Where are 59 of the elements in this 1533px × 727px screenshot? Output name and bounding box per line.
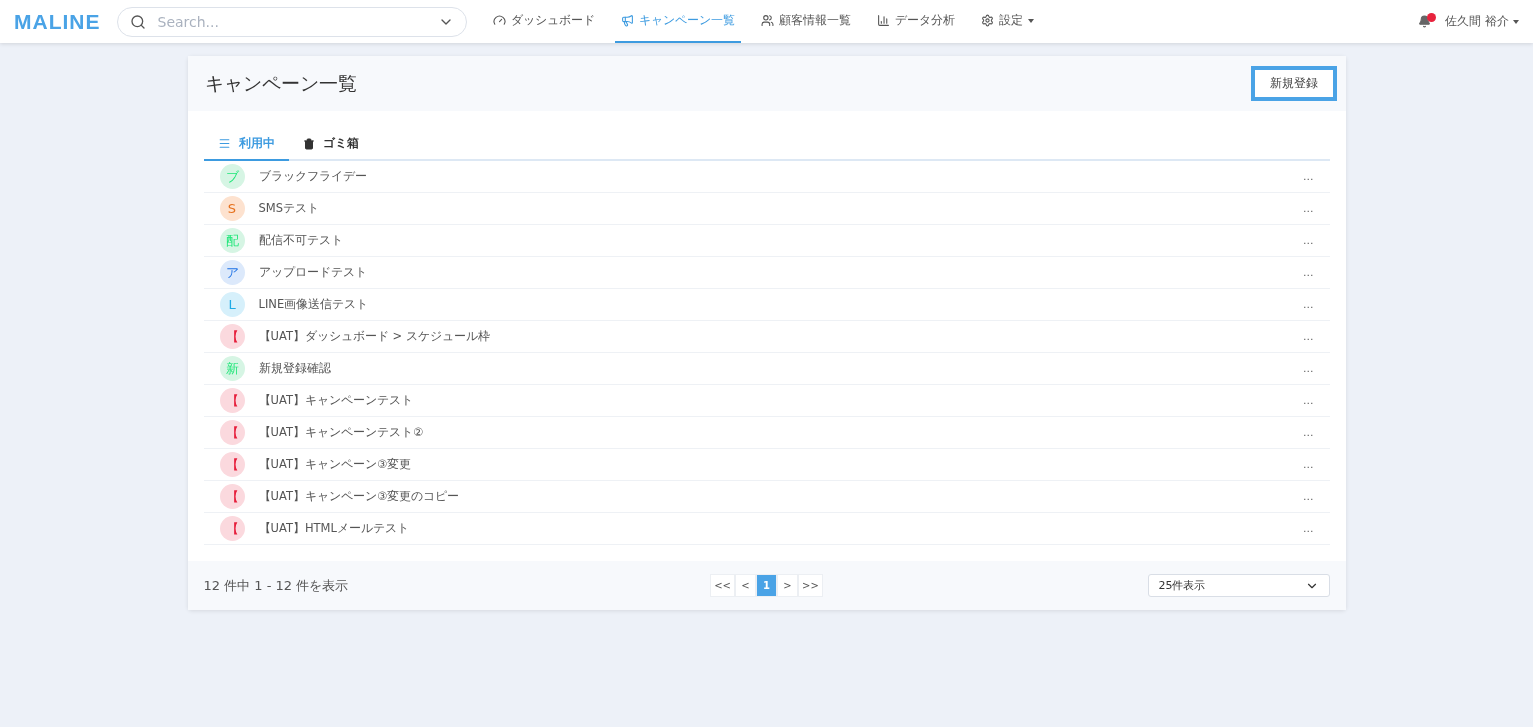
page-button[interactable]: <	[735, 574, 756, 597]
nav-tab[interactable]: データ分析	[870, 0, 961, 43]
campaign-name[interactable]: 【UAT】キャンペーンテスト	[258, 393, 1303, 408]
avatar: 【	[219, 420, 245, 445]
campaign-name[interactable]: 【UAT】ダッシュボード > スケジュール枠	[258, 329, 1303, 344]
more-menu[interactable]: ...	[1303, 266, 1330, 279]
page-button[interactable]: >	[777, 574, 798, 597]
campaign-name[interactable]: LINE画像送信テスト	[258, 297, 1303, 312]
tab[interactable]: ゴミ箱	[288, 129, 373, 161]
avatar: 新	[219, 356, 245, 381]
avatar: L	[219, 292, 245, 317]
avatar: 【	[219, 452, 245, 477]
more-menu[interactable]: ...	[1303, 170, 1330, 183]
gauge-icon	[492, 14, 506, 27]
nav-tab[interactable]: ダッシュボード	[486, 0, 601, 43]
avatar: ブ	[219, 164, 245, 189]
new-button[interactable]: 新規登録	[1250, 66, 1337, 101]
trash-icon	[302, 137, 315, 150]
page-button[interactable]: <<	[710, 574, 735, 597]
caret-icon	[1513, 19, 1519, 24]
search-icon	[129, 13, 146, 30]
more-menu[interactable]: ...	[1303, 330, 1330, 343]
campaign-name[interactable]: 配信不可テスト	[258, 233, 1303, 248]
more-menu[interactable]: ...	[1303, 362, 1330, 375]
more-menu[interactable]: ...	[1303, 458, 1330, 471]
settings-icon	[980, 14, 994, 27]
more-menu[interactable]: ...	[1303, 426, 1330, 439]
nav-tab[interactable]: 設定	[974, 0, 1040, 43]
menu-icon	[217, 137, 231, 150]
page-button[interactable]: >>	[798, 574, 823, 597]
users-icon	[760, 14, 774, 27]
more-menu[interactable]: ...	[1303, 298, 1330, 311]
campaign-name[interactable]: 【UAT】HTMLメールテスト	[258, 521, 1303, 536]
more-menu[interactable]: ...	[1303, 394, 1330, 407]
avatar: ア	[219, 260, 245, 285]
more-menu[interactable]: ...	[1303, 522, 1330, 535]
campaign-name[interactable]: 新規登録確認	[258, 361, 1303, 376]
user-menu[interactable]: 佐久間 裕介	[1445, 14, 1519, 29]
campaign-name[interactable]: 【UAT】キャンペーン③変更	[258, 457, 1303, 472]
nav-tab[interactable]: 顧客情報一覧	[754, 0, 857, 43]
avatar: S	[219, 196, 245, 221]
more-menu[interactable]: ...	[1303, 202, 1330, 215]
page-title: キャンペーン一覧	[204, 70, 357, 96]
avatar: 【	[219, 324, 245, 349]
avatar: 【	[219, 516, 245, 541]
more-menu[interactable]: ...	[1303, 234, 1330, 247]
page-size-select[interactable]: 25件表示	[1147, 574, 1330, 597]
more-menu[interactable]: ...	[1303, 490, 1330, 503]
campaign-name[interactable]: SMSテスト	[258, 201, 1303, 216]
avatar: 配	[219, 228, 245, 253]
result-summary: 12 件中 1 - 12 件を表示	[203, 576, 350, 595]
campaign-name[interactable]: 【UAT】キャンペーン③変更のコピー	[258, 489, 1303, 504]
campaign-name[interactable]: 【UAT】キャンペーンテスト②	[258, 425, 1303, 440]
bar-chart-icon	[876, 14, 890, 27]
avatar: 【	[219, 484, 245, 509]
avatar: 【	[219, 388, 245, 413]
campaign-name[interactable]: アップロードテスト	[258, 265, 1303, 280]
megaphone-icon	[620, 14, 634, 27]
campaign-name[interactable]: ブラックフライデー	[258, 169, 1303, 184]
